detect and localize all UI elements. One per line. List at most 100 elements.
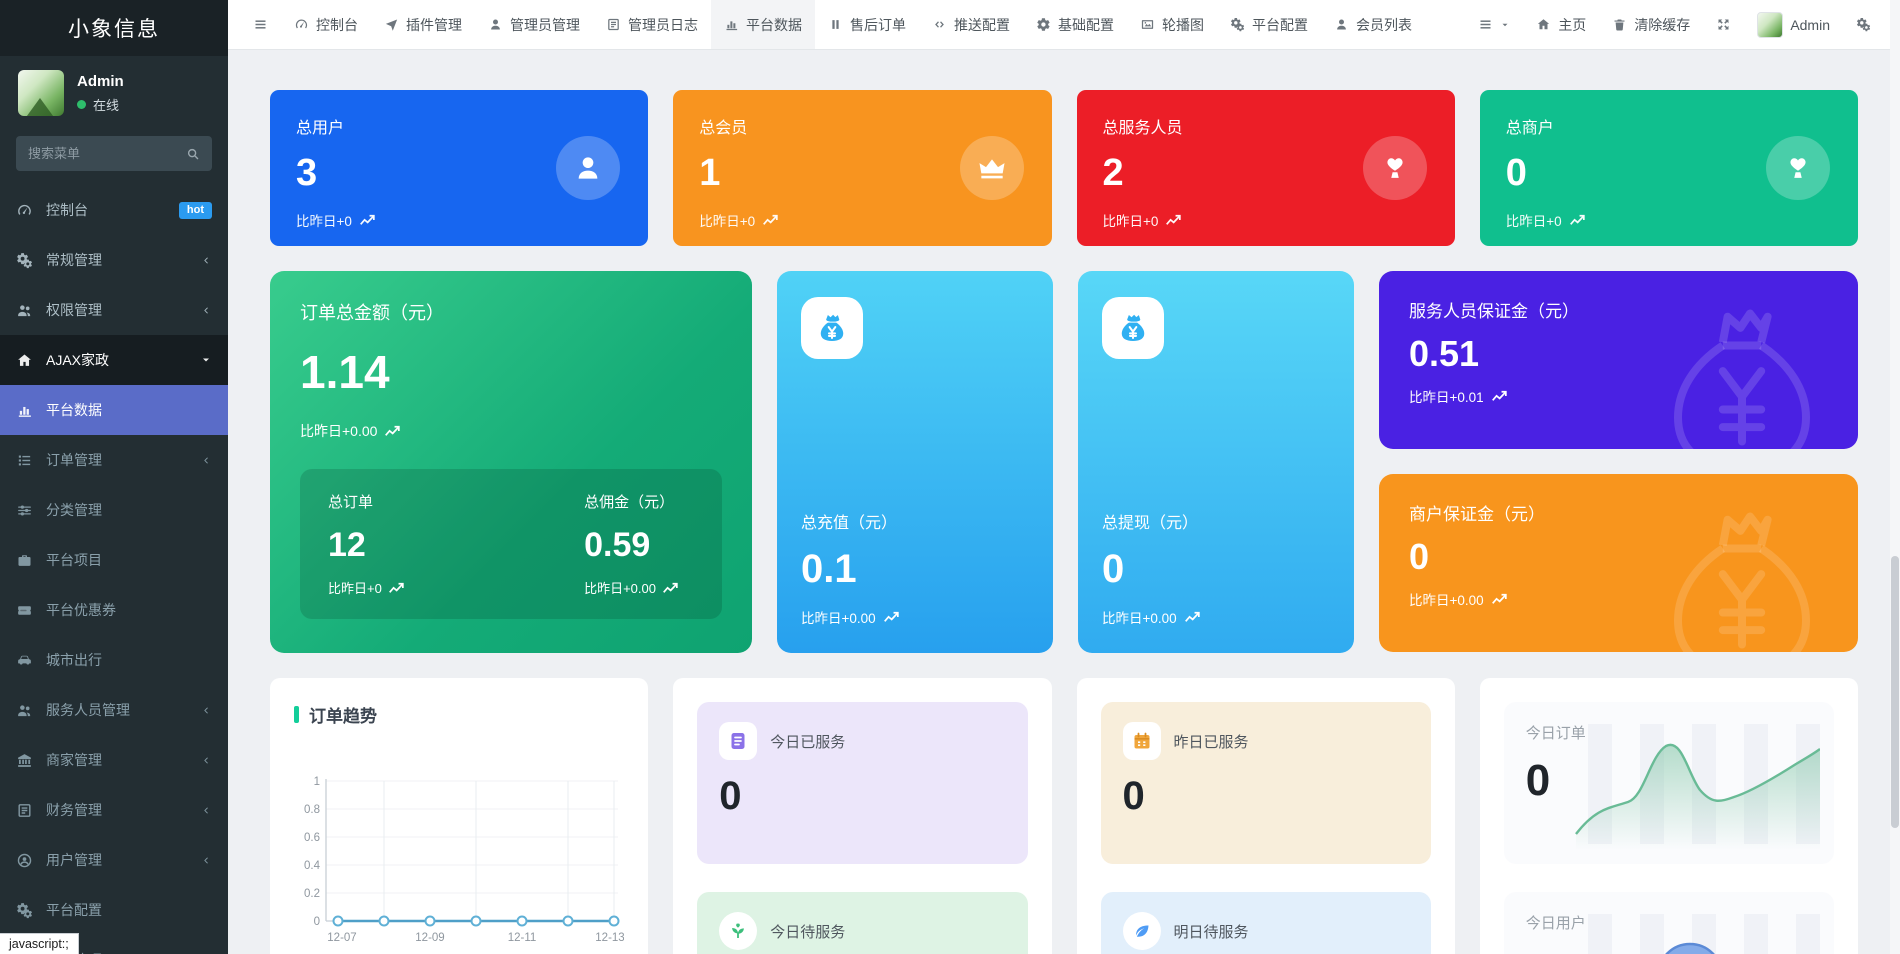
tab-platform-config[interactable]: 平台配置 [1217,0,1321,49]
svg-text:0.6: 0.6 [304,832,320,844]
tab-aftersale-orders[interactable]: 售后订单 [815,0,919,49]
tab-basic-config[interactable]: 基础配置 [1023,0,1127,49]
tab-console[interactable]: 控制台 [281,0,371,49]
tab-push-config[interactable]: 推送配置 [919,0,1023,49]
scrollbar[interactable] [1890,0,1900,954]
tab-member-list[interactable]: 会员列表 [1321,0,1425,49]
sidebar-item-platform-config[interactable]: 平台配置 [0,885,228,935]
card-merchant-deposit[interactable]: 商户保证金（元） 0 比昨日+0.00 [1379,474,1858,652]
sidebar-item-console[interactable]: 控制台hot [0,185,228,235]
trend-up-icon [388,582,406,594]
sidebar-item-ajax-housekeeping[interactable]: AJAX家政 [0,335,228,385]
bank-icon [16,752,33,769]
sliders-icon [16,502,33,519]
card-total-recharge[interactable]: 总充值（元） 0.1 比昨日+0.00 [777,271,1053,653]
sidebar-item-categories[interactable]: 分类管理 [0,485,228,535]
money-bag-watermark-icon [1662,297,1822,449]
search-input[interactable] [28,146,178,161]
leaf-icon [1130,919,1154,943]
log-icon [606,17,621,32]
sidebar-item-staff[interactable]: 服务人员管理 [0,685,228,735]
trend-up-icon [1491,390,1509,402]
paper-plane-icon [384,17,399,32]
card-total-withdraw[interactable]: 总提现（元） 0 比昨日+0.00 [1078,271,1354,653]
order-commission-panel: 总订单 12 比昨日+0 总佣金（元） 0.59 比昨日+0.00 [300,469,722,619]
today-service-card: 今日已服务 0 今日待服务 [673,678,1051,954]
stat-card-total-members[interactable]: 总会员 1 比昨日+0 [673,90,1051,246]
chevron-left-icon [201,455,212,466]
svg-text:1: 1 [314,776,320,788]
plant-icon [726,919,750,943]
card-order-total-amount[interactable]: 订单总金额（元） 1.14 比昨日+0.00 总订单 12 比昨日+0 总佣金（… [270,271,752,653]
ledger-icon [16,802,33,819]
stat-card-total-staff[interactable]: 总服务人员 2 比昨日+0 [1077,90,1455,246]
y-axis-labels: 1 0.8 0.6 0.4 0.2 0 [304,776,321,928]
sidebar-menu: 控制台hot 常规管理 权限管理 AJAX家政 平台数据 订单管理 分类管理 平… [0,185,228,954]
tab-admins[interactable]: 管理员管理 [475,0,593,49]
tile-yesterday-done[interactable]: 昨日已服务 0 [1101,702,1431,864]
sidebar: 小象信息 Admin 在线 控制台hot 常规管理 权限管理 AJAX家政 平台… [0,0,228,954]
svg-text:0: 0 [314,916,320,928]
nav-settings[interactable] [1843,0,1884,49]
sidebar-item-platform-data[interactable]: 平台数据 [0,385,228,435]
trend-up-icon [1569,214,1587,226]
sidebar-item-projects[interactable]: 平台项目 [0,535,228,585]
gear-icon [1036,17,1051,32]
code-icon [932,17,947,32]
tile-today-orders[interactable]: 今日订单 0 [1504,702,1834,864]
stat-card-total-users[interactable]: 总用户 3 比昨日+0 [270,90,648,246]
sidebar-item-users[interactable]: 用户管理 [0,835,228,885]
svg-text:12-09: 12-09 [415,932,444,944]
sidebar-item-city-travel[interactable]: 城市出行 [0,635,228,685]
sidebar-item-general[interactable]: 常规管理 [0,235,228,285]
sidebar-item-orders[interactable]: 订单管理 [0,435,228,485]
tab-admin-logs[interactable]: 管理员日志 [593,0,711,49]
nav-fullscreen[interactable] [1703,0,1744,49]
user-icon [488,17,503,32]
tile-tomorrow-pending[interactable]: 明日待服务 [1101,892,1431,954]
document-icon [726,729,750,753]
search-icon[interactable] [186,147,200,161]
user-circle-icon [16,852,33,869]
tile-today-done[interactable]: 今日已服务 0 [697,702,1027,864]
user-status: 在线 [93,95,119,114]
trend-up-icon [1184,611,1202,623]
home-icon [1536,17,1551,32]
sidebar-item-finance[interactable]: 财务管理 [0,785,228,835]
avatar[interactable] [18,70,64,116]
tile-today-pending[interactable]: 今日待服务 [697,892,1027,954]
card-staff-deposit[interactable]: 服务人员保证金（元） 0.51 比昨日+0.01 [1379,271,1858,449]
heart-award-icon [1379,152,1411,184]
user-icon [572,152,604,184]
heart-award-icon [1782,152,1814,184]
crown-icon [976,152,1008,184]
sidebar-item-merchants[interactable]: 商家管理 [0,735,228,785]
car-icon [16,652,33,669]
scrollbar-thumb[interactable] [1891,556,1899,828]
yesterday-service-card: 昨日已服务 0 明日待服务 [1077,678,1455,954]
tab-platform-data[interactable]: 平台数据 [711,0,815,49]
sidebar-toggle-button[interactable] [240,0,281,49]
trend-up-icon [359,214,377,226]
online-dot-icon [77,100,86,109]
pause-bars-icon [828,17,843,32]
nav-clear-cache[interactable]: 清除缓存 [1599,0,1703,49]
tile-today-users[interactable]: 今日用户 [1504,892,1834,954]
sidebar-item-permissions[interactable]: 权限管理 [0,285,228,335]
nav-menu-dropdown[interactable] [1465,0,1523,49]
tab-carousel[interactable]: 轮播图 [1127,0,1217,49]
menu-bars-icon [1478,17,1493,32]
today-users-chart [1570,906,1820,954]
tab-plugins[interactable]: 插件管理 [371,0,475,49]
browser-status-text: javascript:; [0,933,79,954]
order-trend-chart[interactable]: 1 0.8 0.6 0.4 0.2 0 [294,769,624,954]
sidebar-item-coupons[interactable]: 平台优惠券 [0,585,228,635]
chevron-left-icon [201,705,212,716]
svg-text:12-11: 12-11 [508,932,537,944]
order-trend-card: 订单趋势 [270,678,648,954]
expand-icon [1716,17,1731,32]
chevron-left-icon [201,805,212,816]
stat-card-total-merchants[interactable]: 总商户 0 比昨日+0 [1480,90,1858,246]
nav-home[interactable]: 主页 [1523,0,1599,49]
nav-user[interactable]: Admin [1744,0,1843,49]
